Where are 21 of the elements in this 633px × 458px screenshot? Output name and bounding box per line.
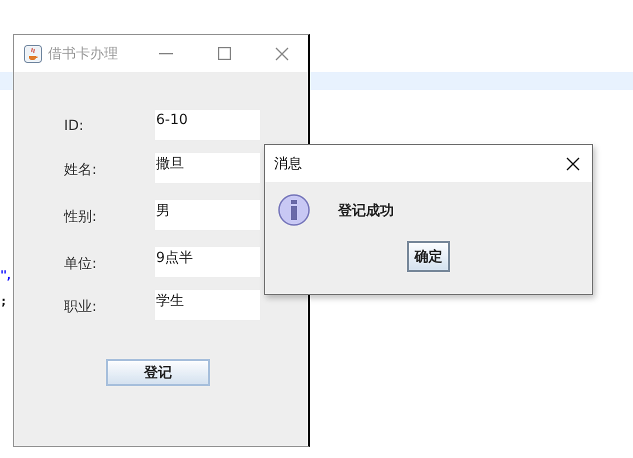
ok-button[interactable]: 确定	[407, 241, 450, 272]
maximize-icon[interactable]	[218, 47, 230, 60]
register-button[interactable]: 登记	[106, 359, 210, 386]
field-label: 姓名:	[64, 161, 98, 179]
field-label: 职业:	[64, 298, 98, 316]
message-text: 登记成功	[338, 202, 394, 220]
minimize-icon[interactable]	[159, 52, 173, 54]
input-field[interactable]: 男	[155, 200, 260, 230]
field-label: ID:	[64, 117, 85, 134]
field-label: 性别:	[64, 208, 98, 226]
close-icon[interactable]	[566, 156, 580, 170]
input-field[interactable]: 撒旦	[155, 153, 260, 183]
info-icon	[278, 194, 312, 228]
dialog-title: 消息	[274, 154, 302, 172]
code-text: ",	[0, 268, 10, 282]
input-field[interactable]: 学生	[155, 290, 260, 320]
input-field[interactable]: 6-10	[155, 110, 260, 140]
code-text: ;	[0, 294, 6, 308]
window-title: 借书卡办理	[48, 44, 119, 62]
input-field[interactable]: 9点半	[155, 247, 260, 277]
field-label: 单位:	[64, 255, 98, 273]
